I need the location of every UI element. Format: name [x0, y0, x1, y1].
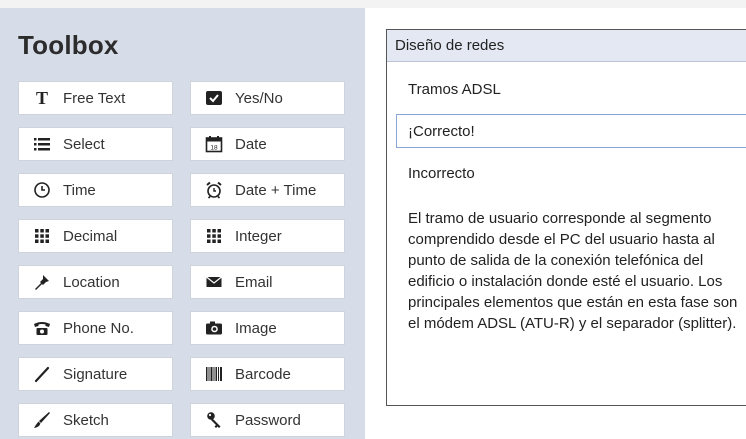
toolbox-item-label: Integer — [235, 227, 282, 245]
svg-text:18: 18 — [210, 145, 218, 152]
toolbox-item-label: Signature — [63, 365, 128, 383]
toolbox-title: Toolbox — [18, 30, 119, 60]
option-label: ¡Correcto! — [408, 122, 475, 140]
toolbox-item-label: Date + Time — [235, 181, 317, 199]
text-t-icon: T — [33, 89, 51, 107]
option-item[interactable]: Tramos ADSL — [408, 81, 501, 98]
pen-line-icon — [33, 365, 51, 383]
toolbox-item-label: Free Text — [63, 89, 126, 107]
toolbox-item-time[interactable]: Time — [18, 173, 173, 207]
toolbox-item-label: Select — [63, 135, 105, 153]
envelope-icon — [205, 273, 223, 291]
toolbox-item-label: Time — [63, 181, 96, 199]
alarm-clock-icon — [205, 181, 223, 199]
toolbox-item-label: Barcode — [235, 365, 291, 383]
toolbox-item-label: Image — [235, 319, 277, 337]
grid-icon — [205, 227, 223, 245]
toolbox-item-date[interactable]: 18 Date — [190, 127, 345, 161]
option-item-selected[interactable]: ¡Correcto! — [396, 114, 746, 148]
toolbox-item-label: Date — [235, 135, 267, 153]
toolbox-item-image[interactable]: Image — [190, 311, 345, 345]
calendar-icon: 18 — [205, 135, 223, 153]
toolbox-item-location[interactable]: Location — [18, 265, 173, 299]
toolbox-item-label: Phone No. — [63, 319, 134, 337]
toolbox-item-label: Location — [63, 273, 120, 291]
clock-icon — [33, 181, 51, 199]
barcode-icon — [205, 365, 223, 383]
brush-icon — [33, 411, 51, 429]
toolbox-item-phone[interactable]: Phone No. — [18, 311, 173, 345]
toolbox-panel: Toolbox T Free Text Yes/No Select 18 Dat… — [0, 8, 365, 439]
key-icon — [205, 411, 223, 429]
toolbox-item-label: Decimal — [63, 227, 118, 245]
toolbox-item-label: Password — [235, 411, 301, 429]
question-header: Diseño de redes — [387, 30, 746, 62]
grid-icon — [33, 227, 51, 245]
toolbox-item-label: Email — [235, 273, 273, 291]
toolbox-item-date-time[interactable]: Date + Time — [190, 173, 345, 207]
pin-icon — [33, 273, 51, 291]
toolbox-item-sketch[interactable]: Sketch — [18, 403, 173, 437]
option-item[interactable]: Incorrecto — [408, 165, 475, 182]
toolbox-item-barcode[interactable]: Barcode — [190, 357, 345, 391]
checkbox-icon — [205, 89, 223, 107]
toolbox-item-email[interactable]: Email — [190, 265, 345, 299]
toolbox-item-label: Yes/No — [235, 89, 283, 107]
phone-icon — [33, 319, 51, 337]
question-description: El tramo de usuario corresponde al segme… — [408, 210, 738, 332]
question-panel: Diseño de redes Tramos ADSL ¡Correcto! I… — [386, 29, 746, 406]
list-icon — [33, 135, 51, 153]
toolbox-item-select[interactable]: Select — [18, 127, 173, 161]
toolbox-item-signature[interactable]: Signature — [18, 357, 173, 391]
toolbox-item-integer[interactable]: Integer — [190, 219, 345, 253]
toolbox-item-yes-no[interactable]: Yes/No — [190, 81, 345, 115]
svg-text:T: T — [36, 89, 48, 107]
toolbox-item-decimal[interactable]: Decimal — [18, 219, 173, 253]
toolbox-item-password[interactable]: Password — [190, 403, 345, 437]
toolbox-item-label: Sketch — [63, 411, 109, 429]
toolbox-item-free-text[interactable]: T Free Text — [18, 81, 173, 115]
camera-icon — [205, 319, 223, 337]
top-divider — [0, 0, 746, 8]
